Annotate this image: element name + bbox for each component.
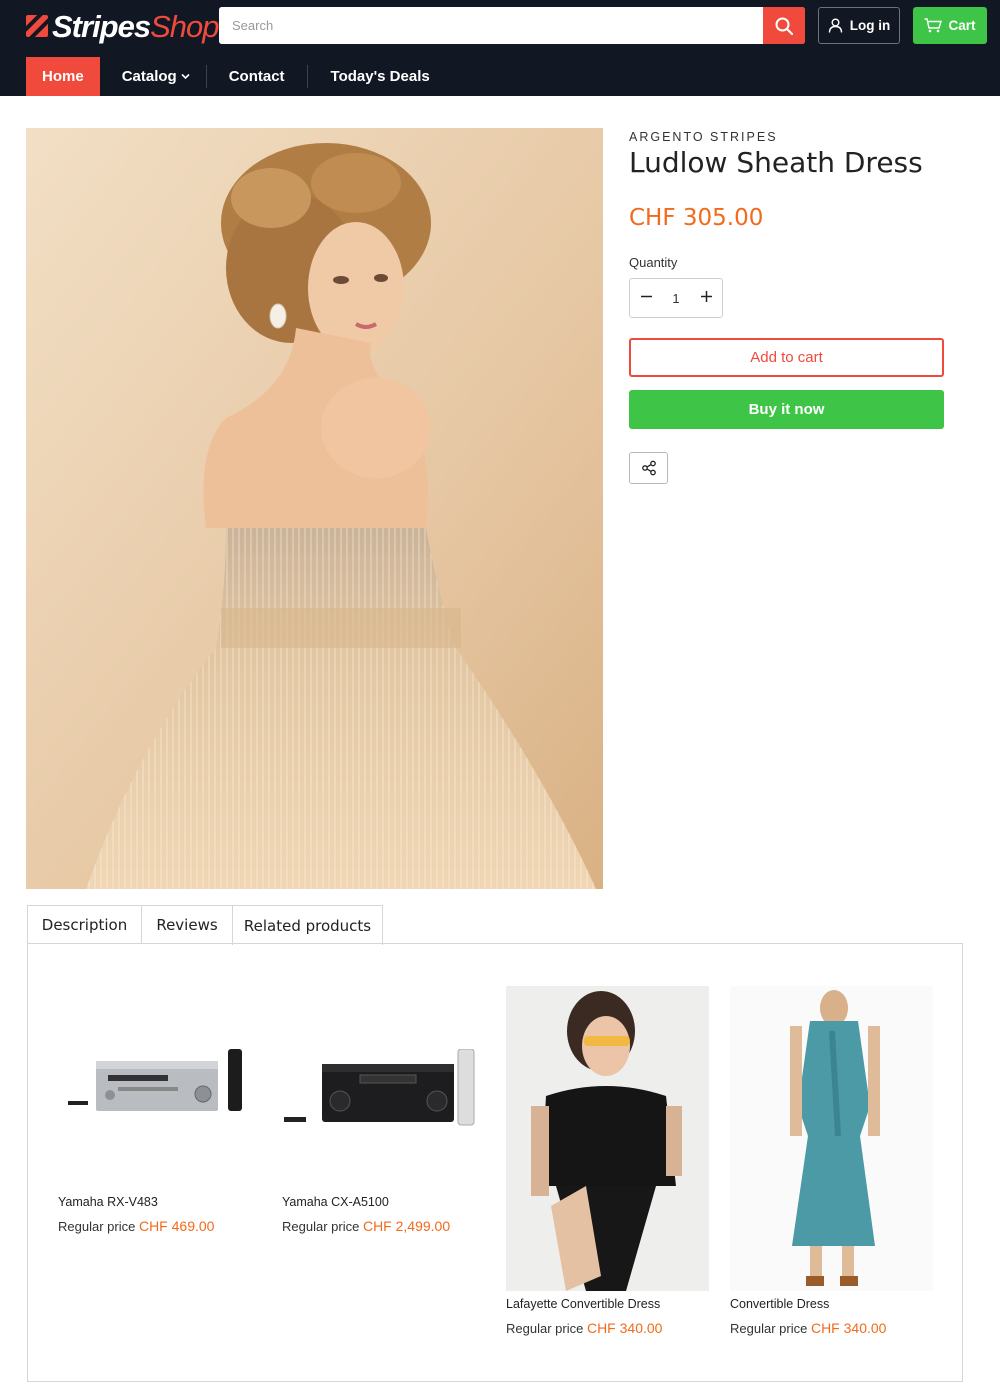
related-product-price: Regular price CHF 340.00 — [506, 1320, 663, 1336]
search-input[interactable] — [219, 7, 763, 44]
quantity-increase-button[interactable] — [690, 289, 722, 307]
nav-item-home[interactable]: Home — [26, 57, 100, 96]
share-button[interactable] — [629, 452, 668, 484]
chevron-down-icon — [181, 72, 190, 82]
share-icon — [641, 460, 656, 476]
tab-related-products[interactable]: Related products — [232, 905, 383, 945]
product-tabs: Description Reviews Related products — [27, 905, 383, 945]
related-products-panel: Yamaha RX-V483 Regular price CHF 469.00 … — [27, 943, 963, 1382]
related-product-name[interactable]: Yamaha RX-V483 — [58, 1195, 158, 1209]
site-header: StripesShop Log in Cart Home Catalog C — [0, 0, 1000, 96]
search-icon — [775, 17, 793, 35]
quantity-label: Quantity — [629, 255, 678, 270]
related-product-image[interactable] — [58, 1049, 248, 1119]
logo-text: StripesShop — [52, 8, 220, 44]
product-image[interactable] — [26, 128, 603, 889]
main-nav: Home Catalog Contact Today's Deals — [26, 57, 446, 96]
related-product-name[interactable]: Lafayette Convertible Dress — [506, 1297, 660, 1311]
cart-label: Cart — [948, 18, 976, 33]
nav-item-todays-deals[interactable]: Today's Deals — [308, 57, 446, 96]
nav-item-catalog[interactable]: Catalog — [100, 57, 206, 96]
product-price: CHF 305.00 — [629, 205, 764, 231]
nav-item-contact[interactable]: Contact — [207, 57, 307, 96]
related-product-image[interactable] — [730, 986, 933, 1291]
related-product-price: Regular price CHF 2,499.00 — [282, 1218, 451, 1234]
product-title: Ludlow Sheath Dress — [629, 146, 923, 179]
buy-now-button[interactable]: Buy it now — [629, 390, 944, 429]
cart-button[interactable]: Cart — [913, 7, 987, 44]
user-icon — [828, 18, 842, 33]
tab-reviews[interactable]: Reviews — [141, 905, 233, 944]
cart-icon — [924, 18, 943, 33]
quantity-stepper: 1 — [629, 278, 723, 318]
add-to-cart-button[interactable]: Add to cart — [629, 338, 944, 377]
logo-mark-icon — [22, 11, 52, 41]
related-product-price: Regular price CHF 340.00 — [730, 1320, 887, 1336]
tab-description[interactable]: Description — [27, 905, 142, 944]
quantity-input[interactable]: 1 — [666, 291, 686, 306]
plus-icon — [700, 291, 712, 302]
related-product-name[interactable]: Yamaha CX-A5100 — [282, 1195, 389, 1209]
product-vendor: ARGENTO STRIPES — [629, 130, 778, 144]
site-logo[interactable]: StripesShop — [22, 6, 220, 46]
login-label: Log in — [849, 18, 891, 33]
search-bar — [219, 7, 805, 44]
quantity-decrease-button[interactable] — [630, 289, 662, 307]
search-button[interactable] — [763, 7, 805, 44]
login-button[interactable]: Log in — [818, 7, 900, 44]
related-product-name[interactable]: Convertible Dress — [730, 1297, 829, 1311]
minus-icon — [640, 295, 652, 298]
related-product-image[interactable] — [282, 1049, 478, 1127]
related-product-price: Regular price CHF 469.00 — [58, 1218, 215, 1234]
related-product-image[interactable] — [506, 986, 709, 1291]
